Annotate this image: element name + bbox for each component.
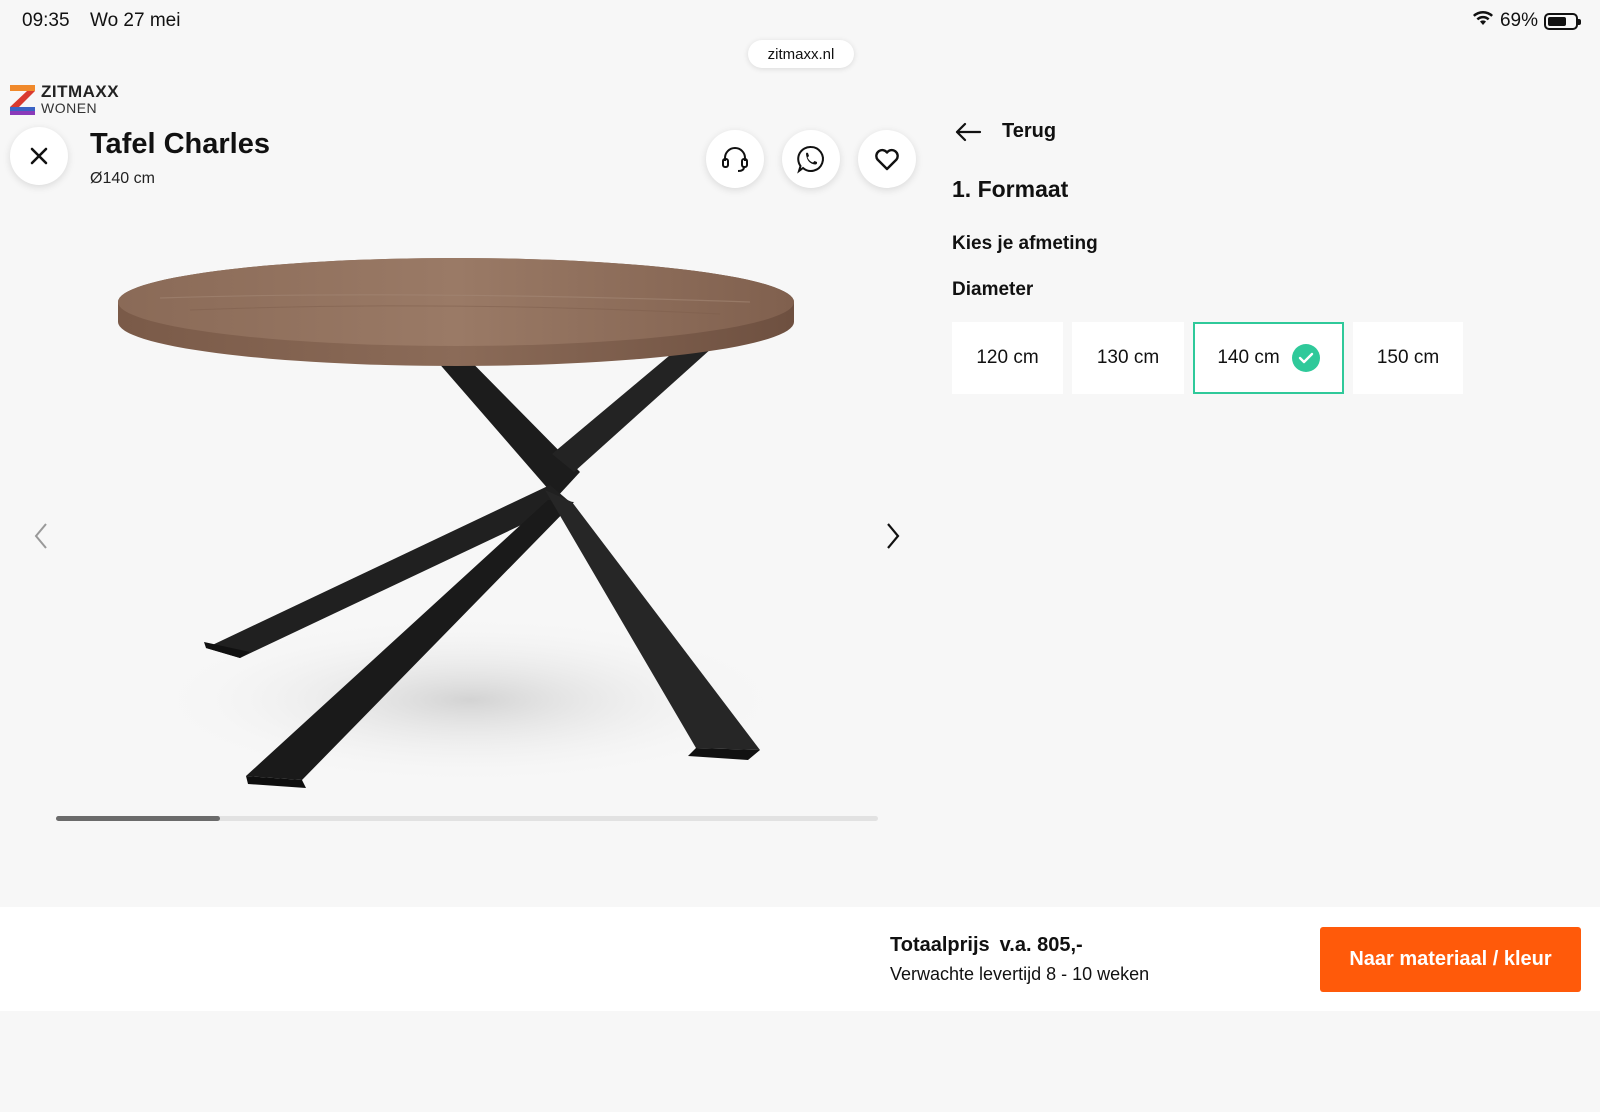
gallery-scrollbar-thumb[interactable] [56, 816, 221, 821]
whatsapp-button[interactable] [782, 130, 840, 188]
status-bar: 09:35 Wo 27 mei 69% [0, 0, 1600, 44]
gallery-prev-button[interactable] [26, 516, 56, 556]
next-step-button[interactable]: Naar materiaal / kleur [1320, 927, 1581, 992]
support-button[interactable] [706, 130, 764, 188]
battery-percent: 69% [1499, 10, 1538, 31]
battery-icon [1544, 12, 1581, 30]
product-title: Tafel Charles [90, 128, 270, 160]
url-bar[interactable]: zitmaxx.nl [748, 40, 854, 68]
option-label: 130 cm [1096, 347, 1160, 368]
arrow-left-icon [955, 122, 982, 141]
wifi-icon [1472, 10, 1494, 32]
logo-sub: WONEN [41, 100, 98, 116]
logo-name: ZITMAXX [41, 82, 120, 101]
diameter-label: Diameter [952, 279, 1034, 300]
heart-icon [875, 148, 899, 171]
favorite-button[interactable] [858, 130, 916, 188]
delivery-time: Verwachte levertijd 8 - 10 weken [890, 964, 1150, 984]
back-label: Terug [1002, 120, 1057, 142]
logo-mark [10, 85, 35, 115]
option-label: 140 cm [1217, 347, 1280, 368]
whatsapp-icon [797, 145, 824, 174]
table-illustration [118, 258, 794, 788]
back-button[interactable]: Terug [954, 120, 1056, 143]
check-icon [1291, 344, 1320, 372]
price-value: v.a. 805,- [999, 934, 1083, 956]
option-130cm[interactable]: 130 cm [1072, 322, 1184, 394]
product-image[interactable] [100, 240, 840, 800]
product-subtitle: Ø140 cm [90, 170, 155, 187]
option-150cm[interactable]: 150 cm [1353, 322, 1463, 394]
total-price: Totaalprijs v.a. 805,- [890, 934, 1093, 957]
chevron-right-icon [887, 523, 900, 549]
step-title: 1. Formaat [952, 176, 1069, 202]
chevron-left-icon [34, 523, 47, 549]
diameter-options: 120 cm 130 cm 140 cm 150 cm [952, 322, 1463, 394]
option-140cm[interactable]: 140 cm [1193, 322, 1344, 394]
close-button[interactable] [10, 127, 68, 185]
close-icon [30, 147, 48, 165]
option-120cm[interactable]: 120 cm [952, 322, 1063, 394]
status-right: 69% [1472, 10, 1581, 32]
gallery-next-button[interactable] [878, 516, 908, 556]
option-label: 150 cm [1376, 347, 1440, 368]
status-time: 09:35 [22, 10, 70, 31]
option-label: 120 cm [976, 347, 1039, 368]
price-label: Totaalprijs [890, 934, 990, 956]
status-date: Wo 27 mei [90, 10, 181, 31]
headset-icon [722, 147, 748, 172]
section-title: Kies je afmeting [952, 233, 1098, 254]
zitmaxx-logo[interactable]: ZITMAXX WONEN [10, 82, 120, 116]
gallery-scrollbar[interactable] [56, 816, 878, 821]
